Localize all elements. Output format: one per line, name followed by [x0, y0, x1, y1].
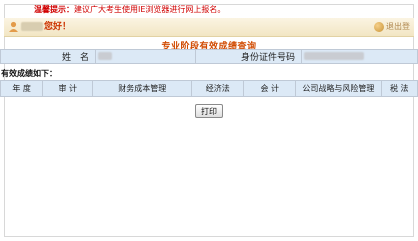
logout-link[interactable]: 退出登: [374, 20, 410, 34]
results-section-label: 有效成绩如下：: [1, 69, 57, 78]
logout-icon: [374, 22, 384, 32]
col-financial-cost-management: 财务成本管理: [92, 80, 193, 97]
id-value-redacted: [304, 52, 365, 60]
score-table: 年 度 审 计 财务成本管理 经济法 会 计 公司战略与风险管理 税 法: [0, 80, 418, 97]
candidate-info-table: 姓 名 身份证件号码: [0, 49, 418, 64]
id-value: [301, 49, 418, 64]
col-economic-law: 经济法: [191, 80, 245, 97]
col-audit: 审 计: [42, 80, 94, 97]
col-accounting: 会 计: [243, 80, 297, 97]
notice-text: 建议广大考生使用IE浏览器进行网上报名。: [74, 5, 226, 14]
name-label: 姓 名: [0, 49, 96, 64]
user-icon: [9, 21, 18, 32]
name-value: [94, 49, 197, 64]
greeting-bar: 您好！ 退出登: [4, 18, 414, 37]
col-year: 年 度: [0, 80, 44, 97]
id-label: 身份证件号码: [195, 49, 303, 64]
greeting-text: 您好！: [44, 22, 72, 32]
user-name-redacted: [21, 22, 43, 31]
name-value-redacted: [97, 52, 112, 60]
print-button[interactable]: 打印: [195, 104, 223, 118]
logout-label: 退出登: [386, 22, 410, 31]
col-strategy-risk-management: 公司战略与风险管理: [295, 80, 382, 97]
score-table-header: 年 度 审 计 财务成本管理 经济法 会 计 公司战略与风险管理 税 法: [0, 80, 418, 97]
notice-prefix: 温馨提示：: [34, 5, 74, 14]
col-tax-law: 税 法: [380, 80, 418, 97]
notice-banner: 温馨提示：建议广大考生使用IE浏览器进行网上报名。: [34, 4, 225, 16]
